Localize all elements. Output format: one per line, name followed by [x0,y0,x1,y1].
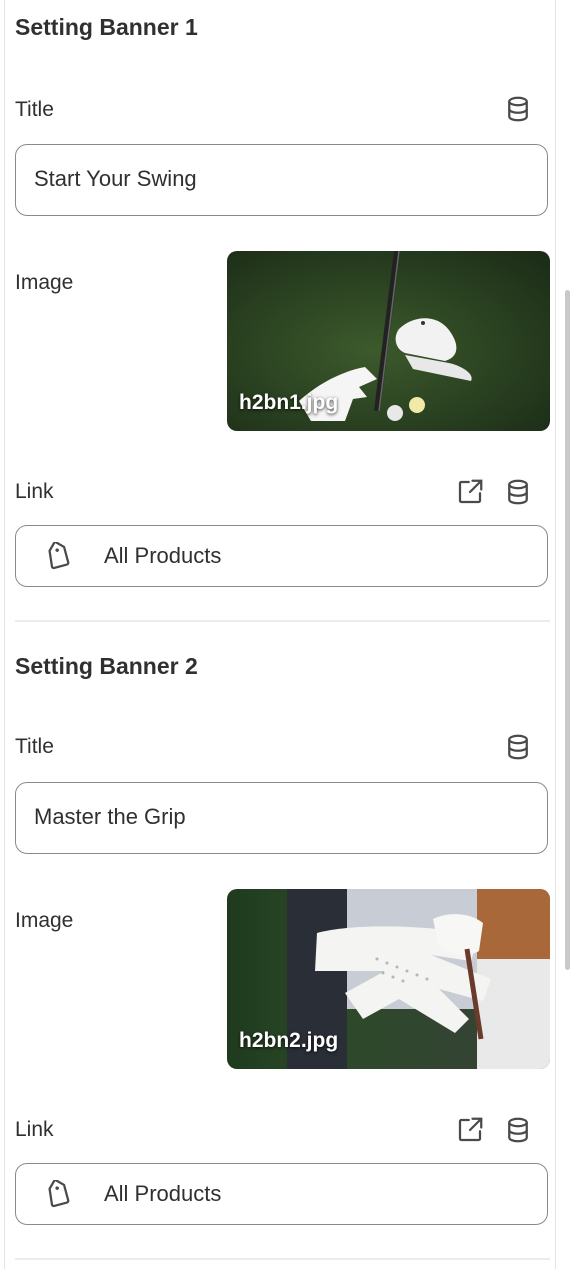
title-value: Master the Grip [34,804,186,829]
image-picker[interactable]: h2bn2.jpg [227,889,550,1069]
title-label: Title [15,98,54,121]
title-value: Start Your Swing [34,166,197,191]
section-heading: Setting Banner 1 [15,14,198,40]
image-filename: h2bn1.jpg [239,391,339,414]
database-icon[interactable] [503,94,533,124]
link-selector[interactable]: All Products [15,525,548,587]
tag-icon [48,542,70,570]
image-picker[interactable]: h2bn1.jpg [227,251,550,431]
tag-icon [48,1180,70,1208]
section-divider [15,1258,550,1260]
section-heading: Setting Banner 2 [15,653,198,679]
link-value: All Products [104,1181,222,1206]
link-label: Link [15,1118,54,1141]
title-label: Title [15,735,54,758]
link-value: All Products [104,543,222,568]
scrollbar[interactable] [565,290,570,970]
link-selector[interactable]: All Products [15,1163,548,1225]
image-filename: h2bn2.jpg [239,1029,339,1052]
database-icon[interactable] [503,732,533,762]
image-label: Image [15,909,74,932]
banner-settings-2: Setting Banner 2 Title Master the Grip I… [15,653,550,1243]
external-link-icon[interactable] [455,1115,485,1145]
title-input[interactable]: Master the Grip [15,782,548,854]
section-divider [15,620,550,622]
image-label: Image [15,271,74,294]
external-link-icon[interactable] [455,477,485,507]
title-input[interactable]: Start Your Swing [15,144,548,216]
link-label: Link [15,480,54,503]
database-icon[interactable] [503,1115,533,1145]
database-icon[interactable] [503,477,533,507]
banner-settings-1: Setting Banner 1 Title Start Your Swing … [15,14,550,604]
